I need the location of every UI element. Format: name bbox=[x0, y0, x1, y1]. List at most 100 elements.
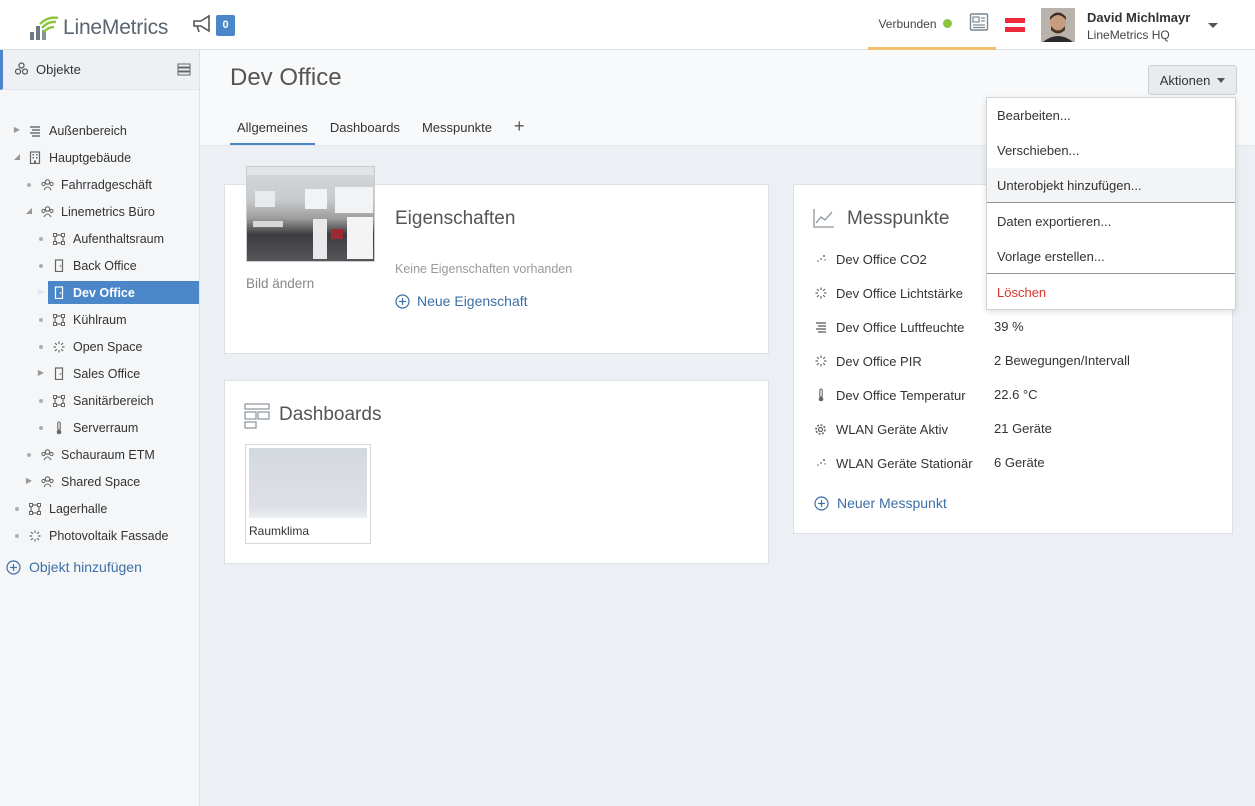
sidebar-item[interactable]: ▶ Dev Office bbox=[38, 281, 199, 304]
building-icon bbox=[28, 151, 42, 165]
measurement-row[interactable]: Dev Office Temperatur bbox=[814, 385, 966, 405]
measurement-label: Dev Office Lichtstärke bbox=[836, 285, 963, 301]
sidebar-item[interactable]: Sanitärbereich bbox=[39, 389, 154, 412]
sidebar-item-label: Schauraum ETM bbox=[61, 447, 155, 462]
change-image-link[interactable]: Bild ändern bbox=[246, 276, 314, 291]
sidebar-item-label: Aufenthaltsraum bbox=[73, 231, 165, 246]
sidebar-item[interactable]: Back Office bbox=[39, 254, 137, 277]
caret-collapsed-icon[interactable]: ▶ bbox=[12, 125, 22, 134]
page-title: Dev Office bbox=[230, 64, 342, 91]
sidebar-item[interactable]: Open Space bbox=[39, 335, 143, 358]
measurement-row[interactable]: WLAN Geräte Aktiv bbox=[814, 419, 948, 439]
list-view-icon[interactable] bbox=[177, 63, 191, 79]
sidebar-item-label: Lagerhalle bbox=[49, 501, 108, 516]
notifications-button[interactable]: 0 bbox=[192, 14, 235, 37]
sidebar-item[interactable]: Kühlraum bbox=[39, 308, 127, 331]
thermometer-icon bbox=[52, 420, 66, 435]
plus-circle-icon bbox=[6, 559, 21, 575]
news-button[interactable] bbox=[962, 0, 996, 50]
sidebar-item[interactable]: ▶ Shared Space bbox=[26, 470, 140, 493]
tree-leaf-dot-icon bbox=[15, 534, 19, 538]
actions-button-label: Aktionen bbox=[1159, 72, 1211, 88]
tree-leaf-dot-icon bbox=[39, 237, 43, 241]
sidebar-item[interactable]: Fahrradgeschäft bbox=[27, 173, 152, 196]
avatar[interactable] bbox=[1041, 8, 1075, 42]
sidebar-item[interactable]: ◢ Hauptgebäude bbox=[14, 146, 132, 169]
measurement-label: Dev Office CO2 bbox=[836, 251, 927, 267]
add-tab-button[interactable]: + bbox=[507, 116, 532, 145]
object-photo[interactable] bbox=[246, 166, 375, 262]
sidebar-item-label: Hauptgebäude bbox=[49, 150, 132, 165]
measurement-label: Dev Office PIR bbox=[836, 353, 922, 369]
tree-leaf-dot-icon bbox=[39, 318, 43, 322]
add-property-button[interactable]: Neue Eigenschaft bbox=[395, 293, 528, 309]
dashboards-title: Dashboards bbox=[279, 404, 382, 425]
menu-item-create-template[interactable]: Vorlage erstellen... bbox=[987, 239, 1235, 273]
measurement-row[interactable]: Dev Office Lichtstärke bbox=[814, 283, 963, 303]
room-icon bbox=[52, 232, 66, 246]
measurement-value: 6 Geräte bbox=[994, 455, 1045, 470]
menu-item-export-data[interactable]: Daten exportieren... bbox=[987, 204, 1235, 238]
menu-item-move[interactable]: Verschieben... bbox=[987, 133, 1235, 167]
spinner-icon bbox=[814, 287, 827, 299]
bars-icon bbox=[28, 124, 42, 138]
caret-expanded-icon[interactable]: ◢ bbox=[12, 152, 22, 161]
dashboard-thumbnail[interactable]: Raumklima bbox=[245, 444, 371, 544]
measurement-value: 22.6 °C bbox=[994, 387, 1038, 402]
line-chart-icon bbox=[813, 208, 835, 228]
sidebar-item[interactable]: Serverraum bbox=[39, 416, 139, 439]
caret-collapsed-icon[interactable]: ▶ bbox=[36, 368, 46, 377]
measurement-value: 21 Geräte bbox=[994, 421, 1052, 436]
dashboard-preview-image bbox=[249, 448, 367, 518]
sidebar-item[interactable]: Photovoltaik Fassade bbox=[15, 524, 169, 547]
tab-dashboards[interactable]: Dashboards bbox=[323, 116, 407, 145]
measurement-row[interactable]: Dev Office Luftfeuchte bbox=[814, 317, 964, 337]
sidebar-item-label: Photovoltaik Fassade bbox=[49, 528, 169, 543]
language-flag-icon[interactable] bbox=[1005, 18, 1025, 32]
measurements-title: Messpunkte bbox=[847, 208, 950, 229]
measurement-row[interactable]: Dev Office CO2 bbox=[814, 249, 927, 269]
door-icon bbox=[52, 367, 66, 381]
dashboard-layout-icon bbox=[244, 403, 270, 429]
door-icon bbox=[52, 286, 66, 300]
sidebar-item-label: Serverraum bbox=[73, 420, 139, 435]
measurement-value: 39 % bbox=[994, 319, 1024, 334]
sidebar-item-label: Sanitärbereich bbox=[73, 393, 154, 408]
measurement-row[interactable]: Dev Office PIR bbox=[814, 351, 922, 371]
chevron-down-icon[interactable] bbox=[1208, 23, 1218, 28]
actions-button[interactable]: Aktionen bbox=[1148, 65, 1237, 95]
add-property-label: Neue Eigenschaft bbox=[417, 293, 528, 309]
menu-divider bbox=[987, 273, 1235, 274]
add-object-button[interactable]: Objekt hinzufügen bbox=[6, 559, 142, 575]
menu-item-add-subobject[interactable]: Unterobjekt hinzufügen... bbox=[987, 168, 1235, 202]
menu-item-edit[interactable]: Bearbeiten... bbox=[987, 98, 1235, 132]
tab-measurements[interactable]: Messpunkte bbox=[415, 116, 499, 145]
caret-expanded-icon[interactable]: ◢ bbox=[24, 206, 34, 215]
sidebar-item-label: Open Space bbox=[73, 339, 143, 354]
add-measurement-button[interactable]: Neuer Messpunkt bbox=[814, 495, 947, 511]
group-icon bbox=[40, 178, 54, 192]
properties-title: Eigenschaften bbox=[395, 208, 516, 229]
caret-collapsed-icon[interactable]: ▶ bbox=[36, 287, 46, 296]
tab-general[interactable]: Allgemeines bbox=[230, 116, 315, 145]
sidebar-item[interactable]: Schauraum ETM bbox=[27, 443, 155, 466]
add-object-label: Objekt hinzufügen bbox=[29, 559, 142, 575]
tree-leaf-dot-icon bbox=[39, 345, 43, 349]
sidebar-item[interactable]: ▶ Sales Office bbox=[38, 362, 140, 385]
room-icon bbox=[28, 502, 42, 516]
user-company: LineMetrics HQ bbox=[1087, 28, 1170, 42]
user-menu[interactable]: David Michlmayr LineMetrics HQ bbox=[1087, 10, 1190, 42]
measurement-row[interactable]: WLAN Geräte Stationär bbox=[814, 453, 973, 473]
connection-status[interactable]: Verbunden bbox=[868, 0, 962, 50]
room-icon bbox=[52, 394, 66, 408]
sidebar-item[interactable]: Aufenthaltsraum bbox=[39, 227, 165, 250]
logo[interactable]: LineMetrics bbox=[30, 12, 168, 40]
menu-item-delete[interactable]: Löschen bbox=[987, 275, 1235, 309]
sidebar-item[interactable]: Lagerhalle bbox=[15, 497, 108, 520]
caret-collapsed-icon[interactable]: ▶ bbox=[24, 476, 34, 485]
plus-circle-icon bbox=[395, 293, 410, 309]
sidebar-item[interactable]: ◢ Linemetrics Büro bbox=[26, 200, 155, 223]
user-name: David Michlmayr bbox=[1087, 10, 1191, 25]
sidebar-item[interactable]: ▶ Außenbereich bbox=[14, 119, 127, 142]
spinner-icon bbox=[28, 529, 42, 543]
